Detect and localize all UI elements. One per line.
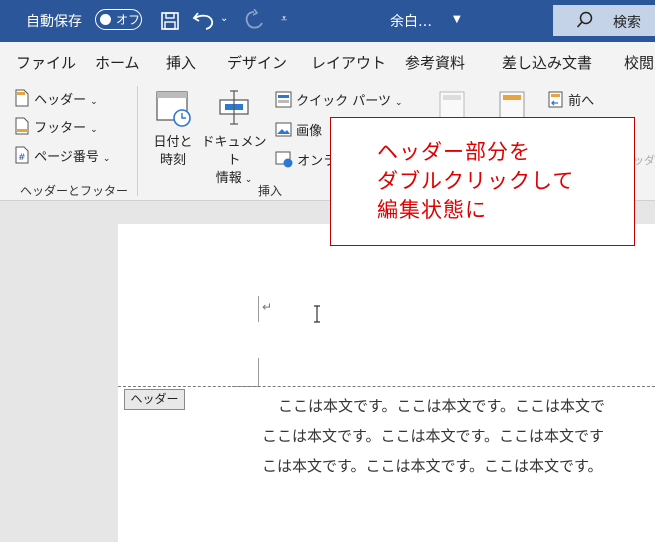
title-dropdown-icon[interactable]: ▼ (453, 14, 461, 25)
autosave-toggle[interactable]: オフ (95, 9, 142, 30)
paragraph-mark: ↵ (262, 300, 273, 314)
header-button[interactable]: ヘッダー ⌄ (14, 89, 98, 108)
date-time-label-2: 時刻 (159, 153, 186, 168)
group-label-insert: 挿入 (258, 184, 283, 198)
tab-mailings[interactable]: 差し込み文書 (502, 52, 592, 73)
undo-dropdown-icon[interactable]: ⌄ (220, 13, 228, 24)
header-button-label: ヘッダー (34, 93, 87, 108)
toggle-knob (100, 13, 111, 25)
tab-file[interactable]: ファイル (16, 52, 76, 73)
ribbon-tabs: ファイル ホーム 挿入 デザイン レイアウト 参考資料 差し込み文書 校閲 (0, 42, 655, 80)
search-box[interactable]: 検索 (553, 5, 655, 36)
annotation-line-2: ダブルクリックして (377, 169, 575, 193)
header-icon (15, 89, 29, 107)
page-number-icon: # (15, 146, 29, 164)
autosave-state: オフ (116, 13, 141, 27)
image-button[interactable]: 画像 (275, 120, 322, 139)
page-number-button[interactable]: # ページ番号 ⌄ (14, 146, 110, 165)
quick-parts-label: クイック パーツ (296, 94, 392, 109)
document-page[interactable] (118, 224, 655, 542)
redo-icon[interactable] (242, 9, 266, 31)
footer-icon (15, 117, 29, 135)
chevron-down-icon: ⌄ (90, 97, 98, 107)
previous-label: 前へ (568, 94, 595, 109)
search-label: 検索 (613, 15, 641, 31)
i-beam-cursor-icon (314, 305, 320, 323)
body-text-line[interactable]: ここは本文です。ここは本文です。ここは本文です (262, 425, 604, 446)
document-info-icon (219, 90, 249, 125)
previous-button[interactable]: 前へ (547, 90, 594, 109)
header-boundary-line (118, 386, 655, 387)
document-title[interactable]: 余白… (390, 11, 432, 31)
quick-parts-icon (275, 91, 292, 108)
document-info-label-1: ドキュメント (201, 135, 267, 168)
undo-icon[interactable] (192, 9, 216, 31)
body-text-line[interactable]: こは本文です。ここは本文です。ここは本文です。 (262, 455, 603, 476)
tab-references[interactable]: 参考資料 (405, 52, 465, 73)
footer-button-label: フッター (34, 121, 87, 136)
quick-parts-button[interactable]: クイック パーツ ⌄ (275, 90, 403, 109)
image-label: 画像 (296, 124, 323, 139)
body-text-line[interactable]: ここは本文です。ここは本文です。ここは本文で (278, 395, 605, 416)
svg-text:#: # (18, 153, 26, 163)
tab-insert[interactable]: 挿入 (166, 52, 196, 73)
annotation-line-3: 編集状態に (377, 198, 487, 222)
calendar-clock-icon (156, 91, 191, 127)
title-bar: 自動保存 オフ ⌄ ⩡ 余白… ▼ 検索 (0, 0, 655, 42)
date-time-button[interactable]: 日付と 時刻 (150, 88, 196, 170)
footer-button[interactable]: フッター ⌄ (14, 117, 98, 136)
document-info-button[interactable]: ドキュメント 情報 ⌄ (200, 88, 268, 189)
chevron-down-icon: ⌄ (90, 125, 98, 135)
group-separator (137, 86, 138, 196)
save-icon[interactable] (160, 11, 180, 31)
tab-review[interactable]: 校閲 (624, 52, 654, 73)
group-label-header-footer: ヘッダーとフッター (20, 184, 129, 198)
previous-icon (548, 91, 563, 108)
customize-toolbar-icon[interactable]: ⩡ (281, 12, 287, 26)
tab-design[interactable]: デザイン (227, 52, 287, 73)
annotation-line-1: ヘッダー部分を (377, 140, 531, 164)
tab-home[interactable]: ホーム (95, 52, 140, 73)
header-tag: ヘッダー (124, 389, 185, 410)
text-cursor (258, 296, 259, 322)
search-icon (576, 11, 593, 28)
autosave-label: 自動保存 (26, 14, 82, 30)
tab-layout[interactable]: レイアウト (311, 52, 386, 73)
chevron-down-icon: ⌄ (102, 154, 111, 164)
annotation-callout: ヘッダー部分を ダブルクリックして 編集状態に (330, 117, 635, 246)
chevron-down-icon: ⌄ (395, 98, 403, 108)
date-time-label-1: 日付と (153, 135, 193, 150)
picture-icon (275, 122, 292, 137)
margin-corner-mark (258, 358, 259, 386)
page-number-button-label: ページ番号 (34, 150, 99, 165)
online-picture-icon (275, 151, 293, 168)
online-image-button[interactable]: オンラ (275, 150, 336, 169)
